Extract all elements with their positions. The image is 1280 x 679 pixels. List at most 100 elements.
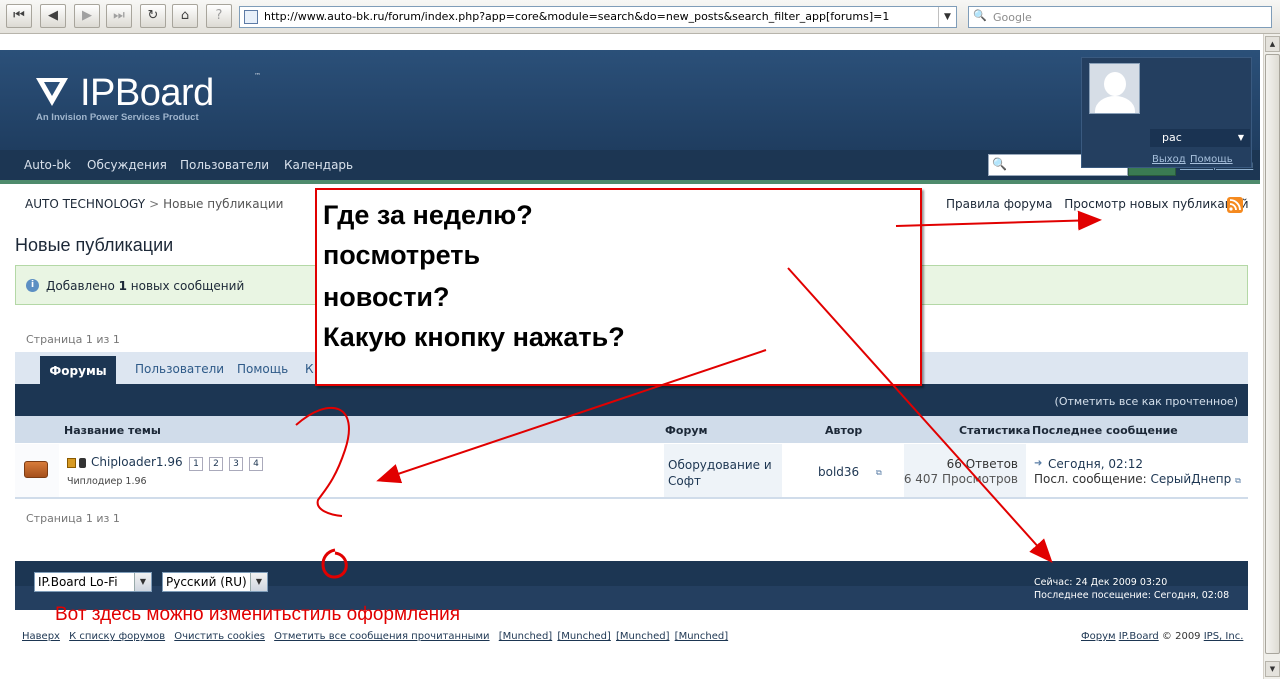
callout-line-1: Где за неделю? xyxy=(323,200,533,230)
page-title: Новые публикации xyxy=(15,235,174,255)
topic-icon-cell xyxy=(15,444,59,497)
forward-icon[interactable]: ▶ xyxy=(74,4,100,28)
page-icon xyxy=(244,10,258,24)
address-bar[interactable]: http://www.auto-bk.ru/forum/index.php?ap… xyxy=(239,6,957,28)
topic-page-1[interactable]: 1 xyxy=(189,457,203,471)
nav-item-auto-bk[interactable]: Auto-bk xyxy=(24,158,71,172)
nav-item-discussions[interactable]: Обсуждения xyxy=(87,158,167,172)
skin-select[interactable]: IP.Board Lo-Fi ▼ xyxy=(34,572,152,592)
browser-search-input[interactable]: 🔍 Google xyxy=(968,6,1272,28)
scroll-thumb[interactable] xyxy=(1265,54,1280,654)
footer-link-forum-index[interactable]: К списку форумов xyxy=(69,631,165,642)
topic-page-2[interactable]: 2 xyxy=(209,457,223,471)
avatar-head xyxy=(1104,72,1126,96)
footer-link-top[interactable]: Наверх xyxy=(22,631,60,642)
user-menu[interactable]: pac ▼ xyxy=(1150,129,1250,147)
url-text[interactable]: http://www.auto-bk.ru/forum/index.php?ap… xyxy=(264,10,889,23)
logo-tagline: An Invision Power Services Product xyxy=(36,112,199,123)
tab-help[interactable]: Помощь xyxy=(237,362,288,376)
mark-all-read-link[interactable]: (Отметить все как прочтенное) xyxy=(1055,395,1238,408)
topic-page-4[interactable]: 4 xyxy=(249,457,263,471)
topic-page-3[interactable]: 3 xyxy=(229,457,243,471)
profile-card-icon[interactable]: ⧉ xyxy=(1235,476,1241,485)
author-link[interactable]: bold36 xyxy=(818,465,859,479)
col-stats: Статистика xyxy=(959,424,1031,437)
search-placeholder: Google xyxy=(993,11,1032,24)
chevron-down-icon: ▼ xyxy=(134,573,151,591)
rss-icon[interactable] xyxy=(1227,197,1243,213)
annotation-callout: Где за неделю? посмотреть новости? Какую… xyxy=(315,188,922,386)
view-new-posts-link[interactable]: Просмотр новых публикаций xyxy=(1064,197,1248,211)
language-select-value: Русский (RU) xyxy=(166,575,247,589)
new-posts-count: 1 xyxy=(118,279,127,293)
last-post-cell: ➜ Сегодня, 02:12 Посл. сообщение: СерыйД… xyxy=(1026,444,1248,497)
logo-name: IPBoard xyxy=(80,72,214,114)
breadcrumb: AUTO TECHNOLOGY > Новые публикации xyxy=(25,197,283,211)
forum-link[interactable]: Оборудование и Софт xyxy=(668,457,778,489)
tab-members[interactable]: Пользователи xyxy=(135,362,224,376)
skin-select-value: IP.Board Lo-Fi xyxy=(38,575,118,589)
history-dropdown-icon[interactable]: ▼ xyxy=(938,7,956,27)
tab-calendar[interactable]: К xyxy=(305,362,314,376)
search-icon: 🔍 xyxy=(992,157,1007,171)
col-author: Автор xyxy=(825,424,863,437)
copyright-forum-link[interactable]: Форум xyxy=(1081,631,1116,642)
browser-toolbar: ⏮ ◀ ▶ ⏭ ↻ ⌂ ? http://www.auto-bk.ru/foru… xyxy=(0,0,1280,34)
help-link[interactable]: Помощь xyxy=(1190,154,1233,165)
home-icon[interactable]: ⌂ xyxy=(172,4,198,28)
breadcrumb-separator: > xyxy=(149,197,160,211)
pagination-bottom: Страница 1 из 1 xyxy=(26,512,120,525)
breadcrumb-current: Новые публикации xyxy=(163,197,284,211)
user-name: pac xyxy=(1162,131,1182,144)
avatar-body xyxy=(1095,96,1135,113)
topic-description: Чиплодиер 1.96 xyxy=(67,476,147,487)
footer-link-clear-cookies[interactable]: Очистить cookies xyxy=(174,631,265,642)
callout-line-3: новости? xyxy=(323,282,450,312)
info-icon[interactable]: ? xyxy=(206,4,232,28)
replies-count: 66 Ответов xyxy=(946,457,1018,471)
last-post-author: Посл. сообщение: СерыйДнепр ⧉ xyxy=(1034,472,1241,486)
message-text: Добавлено 1 новых сообщений xyxy=(46,279,245,293)
footer-link-munched-4[interactable]: [Munched] xyxy=(675,631,728,642)
callout-line-4: Какую кнопку нажать? xyxy=(323,322,625,352)
breadcrumb-root[interactable]: AUTO TECHNOLOGY xyxy=(25,197,145,211)
copyright-ipboard-link[interactable]: IP.Board xyxy=(1119,631,1159,642)
reload-icon[interactable]: ↻ xyxy=(140,4,166,28)
header-divider xyxy=(0,180,1260,184)
profile-card-icon[interactable]: ⧉ xyxy=(876,468,882,478)
scrollbar[interactable]: ▲ ▼ xyxy=(1263,34,1280,679)
footer-link-munched-3[interactable]: [Munched] xyxy=(616,631,669,642)
back-icon[interactable]: ◀ xyxy=(40,4,66,28)
col-title: Название темы xyxy=(64,424,161,437)
scroll-up-icon[interactable]: ▲ xyxy=(1265,36,1280,52)
col-forum: Форум xyxy=(665,424,708,437)
column-headers: Название темы Форум Автор Статистика Пос… xyxy=(15,416,1248,443)
tab-forums[interactable]: Форумы xyxy=(40,356,116,384)
last-post-date-link[interactable]: Сегодня, 02:12 xyxy=(1048,457,1143,471)
first-page-icon[interactable]: ⏮ xyxy=(6,4,32,28)
scroll-down-icon[interactable]: ▼ xyxy=(1265,661,1280,677)
chevron-down-icon: ▼ xyxy=(250,573,267,591)
nav-item-members[interactable]: Пользователи xyxy=(180,158,269,172)
go-to-last-post-icon[interactable]: ➜ xyxy=(1034,458,1042,469)
footer-link-munched-2[interactable]: [Munched] xyxy=(557,631,610,642)
table-header-bar: (Отметить все как прочтенное) xyxy=(15,384,1248,416)
pagination-top: Страница 1 из 1 xyxy=(26,333,120,346)
topic-folder-icon[interactable] xyxy=(24,461,48,478)
search-engine-icon[interactable]: 🔍 xyxy=(973,9,987,22)
logout-link[interactable]: Выход xyxy=(1152,154,1186,165)
topic-title-link[interactable]: Chiploader1.96 xyxy=(91,455,183,469)
copyright-ips-link[interactable]: IPS, Inc. xyxy=(1204,631,1244,642)
last-poster-link[interactable]: СерыйДнепр xyxy=(1151,472,1232,486)
top-links: Правила форума Просмотр новых публикаций xyxy=(946,197,1257,211)
current-time: Сейчас: 24 Дек 2009 03:20 xyxy=(1034,577,1168,588)
nav-item-calendar[interactable]: Календарь xyxy=(284,158,353,172)
last-page-icon[interactable]: ⏭ xyxy=(106,4,132,28)
language-select[interactable]: Русский (RU) ▼ xyxy=(162,572,268,592)
copyright: Форум IP.Board © 2009 IPS, Inc. xyxy=(1081,631,1244,642)
avatar[interactable] xyxy=(1089,63,1140,114)
footer-link-munched-1[interactable]: [Munched] xyxy=(499,631,552,642)
footer-link-mark-all-read[interactable]: Отметить все сообщения прочитанными xyxy=(274,631,489,642)
forum-cell: Оборудование и Софт xyxy=(664,444,782,497)
forum-rules-link[interactable]: Правила форума xyxy=(946,197,1052,211)
